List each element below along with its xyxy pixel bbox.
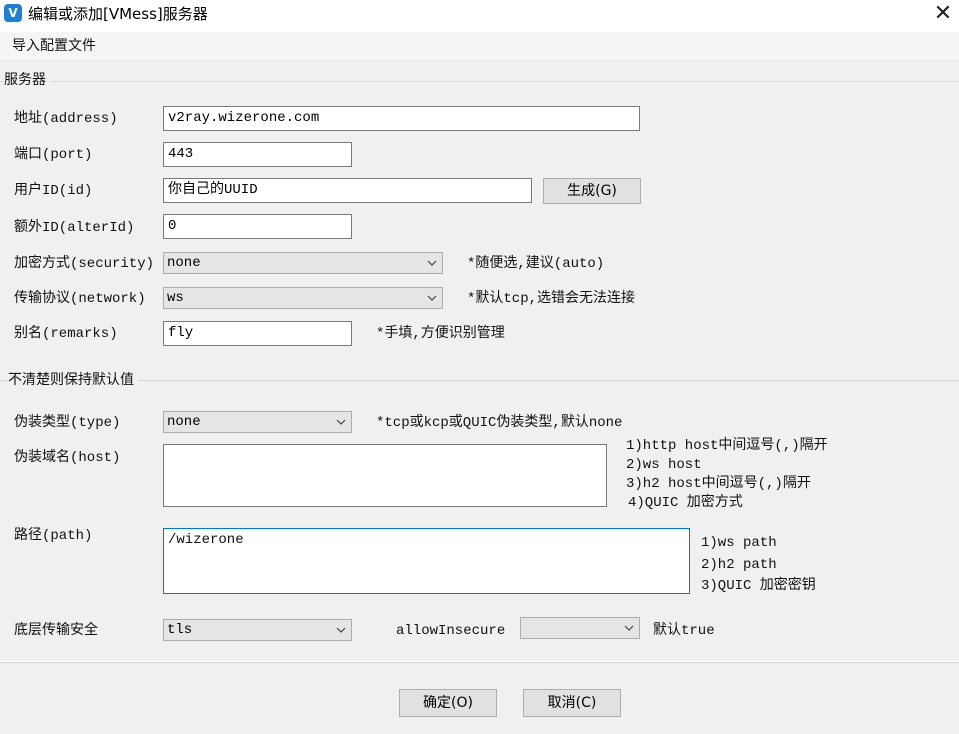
alter-id-label: 额外ID(alterId) — [14, 220, 135, 236]
remarks-input[interactable]: fly — [163, 321, 352, 346]
type-select[interactable]: none — [163, 411, 352, 433]
chevron-down-icon — [427, 295, 437, 301]
host-note-2: 2)ws host — [626, 457, 702, 473]
advanced-group-divider — [0, 380, 959, 381]
allow-insecure-select[interactable] — [520, 617, 640, 639]
chevron-down-icon — [624, 625, 634, 631]
host-textarea[interactable] — [163, 444, 607, 507]
chevron-down-icon — [427, 260, 437, 266]
type-note: *tcp或kcp或QUIC伪装类型,默认none — [376, 415, 623, 431]
security-select-value: none — [167, 255, 201, 271]
advanced-group-title: 不清楚则保持默认值 — [8, 371, 138, 389]
type-label: 伪装类型(type) — [14, 415, 121, 431]
security-note: *随便选,建议(auto) — [467, 256, 605, 272]
chevron-down-icon — [336, 627, 346, 633]
path-note-1: 1)ws path — [701, 535, 777, 551]
cancel-button[interactable]: 取消(C) — [523, 689, 621, 717]
alter-id-input[interactable]: 0 — [163, 214, 352, 239]
security-select[interactable]: none — [163, 252, 443, 274]
security-label: 加密方式(security) — [14, 256, 155, 272]
network-note: *默认tcp,选错会无法连接 — [467, 291, 636, 307]
path-label: 路径(path) — [14, 528, 93, 544]
close-icon[interactable]: ✕ — [928, 2, 958, 28]
generate-id-button[interactable]: 生成(G) — [543, 178, 641, 204]
app-icon: V — [4, 4, 22, 22]
type-select-value: none — [167, 414, 201, 430]
server-group-title: 服务器 — [4, 71, 50, 89]
user-id-label: 用户ID(id) — [14, 183, 93, 199]
ok-button[interactable]: 确定(O) — [399, 689, 497, 717]
user-id-input[interactable]: 你自己的UUID — [163, 178, 532, 203]
network-select-value: ws — [167, 290, 184, 306]
tls-select[interactable]: tls — [163, 619, 352, 641]
address-input[interactable]: v2ray.wizerone.com — [163, 106, 640, 131]
network-label: 传输协议(network) — [14, 291, 146, 307]
allow-insecure-note: 默认true — [653, 623, 715, 639]
host-note-3: 3)h2 host中间逗号(,)隔开 — [626, 476, 811, 492]
port-input[interactable]: 443 — [163, 142, 352, 167]
server-group-divider — [0, 81, 959, 82]
tls-label: 底层传输安全 — [14, 623, 98, 639]
window-title: 编辑或添加[VMess]服务器 — [28, 5, 208, 23]
path-textarea[interactable]: /wizerone — [163, 528, 690, 594]
remarks-note: *手填,方便识别管理 — [376, 326, 505, 342]
host-note-1: 1)http host中间逗号(,)隔开 — [626, 438, 828, 454]
port-label: 端口(port) — [14, 147, 93, 163]
network-select[interactable]: ws — [163, 287, 443, 309]
menu-import-config[interactable]: 导入配置文件 — [12, 37, 96, 55]
path-note-3: 3)QUIC 加密密钥 — [701, 578, 816, 594]
tls-select-value: tls — [167, 622, 193, 638]
allow-insecure-label: allowInsecure — [396, 623, 506, 639]
host-label: 伪装域名(host) — [14, 450, 121, 466]
address-label: 地址(address) — [14, 111, 118, 127]
path-note-2: 2)h2 path — [701, 557, 777, 573]
remarks-label: 别名(remarks) — [14, 326, 118, 342]
chevron-down-icon — [336, 419, 346, 425]
menu-bar — [0, 32, 959, 61]
host-note-4: 4)QUIC 加密方式 — [628, 495, 743, 511]
